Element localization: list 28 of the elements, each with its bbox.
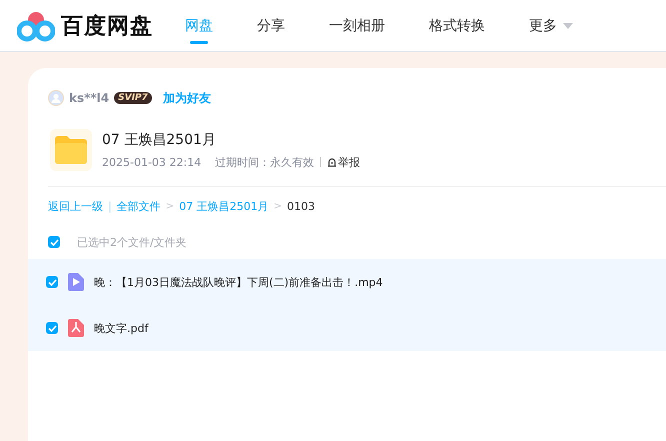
pdf-file-icon (68, 319, 84, 337)
file-row[interactable]: 晚文字.pdf (28, 305, 666, 351)
breadcrumb-separator: > (274, 201, 282, 212)
select-all-checkbox[interactable] (48, 236, 60, 248)
share-date: 2025-01-03 22:14 (102, 156, 202, 168)
file-name: 晚：【1月03日魔法战队晚评】下周(二)前准备出击！.mp4 (94, 274, 383, 290)
share-title: 07 王焕昌2501月 (102, 130, 217, 148)
file-name: 晚文字.pdf (94, 320, 148, 336)
file-checkbox[interactable] (46, 276, 58, 288)
file-checkbox[interactable] (46, 322, 58, 334)
user-name: ks**l4 (69, 91, 110, 105)
alarm-icon (327, 157, 338, 167)
breadcrumb-separator: > (166, 201, 174, 212)
divider-text: | (108, 200, 112, 213)
report-link[interactable]: 举报 (327, 154, 360, 170)
nav-tab[interactable]: 分享 (257, 0, 285, 52)
nav-tab[interactable]: 更多 (529, 0, 573, 52)
avatar-icon (48, 90, 64, 106)
logo-text: 百度网盘 (61, 12, 153, 40)
nav-tab[interactable]: 格式转换 (429, 0, 485, 52)
expiry-text: 过期时间：永久有效 (215, 154, 314, 170)
video-file-icon (68, 273, 84, 291)
file-row[interactable]: 晚：【1月03日魔法战队晚评】下周(二)前准备出击！.mp4 (28, 259, 666, 305)
nav-tab[interactable]: 一刻相册 (329, 0, 385, 52)
selection-count: 已选中2个文件/文件夹 (77, 234, 187, 250)
breadcrumb-current: 0103 (287, 200, 315, 213)
vip-badge: SVIP7 (114, 92, 152, 104)
folder-icon (55, 136, 87, 164)
